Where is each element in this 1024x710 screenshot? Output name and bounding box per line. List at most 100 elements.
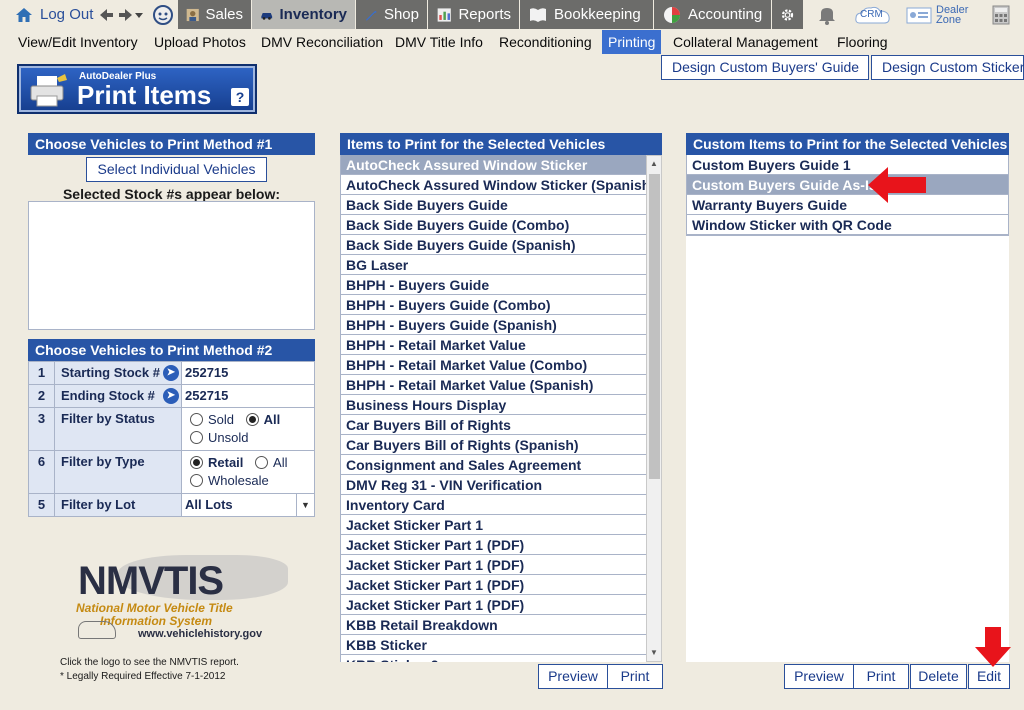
items-preview-button[interactable]: Preview [538, 664, 608, 689]
nav-accounting[interactable]: Accounting [654, 0, 772, 29]
type-wholesale-radio[interactable]: Wholesale [190, 473, 269, 488]
list-item[interactable]: Consignment and Sales Agreement [341, 455, 646, 475]
user-icon-wrap[interactable] [152, 0, 174, 29]
items-print-button[interactable]: Print [607, 664, 663, 689]
list-item[interactable]: Jacket Sticker Part 1 (PDF) [341, 555, 646, 575]
scroll-down-icon[interactable]: ▼ [647, 645, 661, 661]
dealer-zone-button[interactable]: Dealer Zone [906, 0, 968, 29]
selected-stock-label: Selected Stock #s appear below: [62, 186, 281, 202]
report-chart-icon [437, 7, 451, 22]
subnav-dmv-reconciliation[interactable]: DMV Reconciliation [261, 30, 383, 54]
custom-delete-button[interactable]: Delete [910, 664, 967, 689]
nmvtis-logo[interactable]: NMVTIS National Motor Vehicle Title Info… [58, 555, 288, 645]
nav-shop[interactable]: Shop [356, 0, 428, 29]
list-item[interactable]: BHPH - Buyers Guide [341, 275, 646, 295]
custom-items-header: Custom Items to Print for the Selected V… [686, 133, 1009, 155]
back-forward-arrows[interactable] [98, 0, 144, 29]
custom-list-item[interactable]: Warranty Buyers Guide [687, 195, 1008, 215]
lot-select[interactable]: All Lots ▼ [185, 494, 311, 516]
method2-table: 1 Starting Stock # ➤ 252715 2 Ending Stoc… [28, 361, 315, 517]
nav-sales[interactable]: Sales [178, 0, 252, 29]
list-item[interactable]: Car Buyers Bill of Rights [341, 415, 646, 435]
filter-type-row: 6 Filter by Type Retail All Wholesale [28, 450, 315, 494]
list-item[interactable]: KBB Retail Breakdown [341, 615, 646, 635]
subnav-reconditioning[interactable]: Reconditioning [499, 30, 592, 54]
type-retail-radio[interactable]: Retail [190, 455, 243, 470]
list-item[interactable]: BG Laser [341, 255, 646, 275]
list-item[interactable]: Car Buyers Bill of Rights (Spanish) [341, 435, 646, 455]
row-number: 1 [28, 361, 55, 385]
calculator-button[interactable] [992, 0, 1010, 29]
status-unsold-radio[interactable]: Unsold [190, 430, 248, 445]
sub-nav: View/Edit Inventory Upload Photos DMV Re… [0, 30, 1024, 54]
status-sold-radio[interactable]: Sold [190, 412, 234, 427]
home-icon [16, 7, 32, 22]
filter-type-label: Filter by Type [54, 450, 182, 494]
list-item[interactable]: Jacket Sticker Part 1 (PDF) [341, 535, 646, 555]
notifications-button[interactable] [818, 0, 836, 29]
list-item[interactable]: Back Side Buyers Guide (Spanish) [341, 235, 646, 255]
starting-stock-label: Starting Stock # [61, 365, 160, 380]
logout-link[interactable]: Log Out [14, 0, 93, 29]
nav-inventory[interactable]: Inventory [252, 0, 356, 29]
printer-icon [30, 74, 67, 107]
scroll-thumb[interactable] [649, 174, 660, 479]
custom-list-item[interactable]: Custom Buyers Guide 1 [687, 155, 1008, 175]
crm-button[interactable]: CRM [854, 0, 892, 29]
list-item[interactable]: Jacket Sticker Part 1 (PDF) [341, 575, 646, 595]
scroll-up-icon[interactable]: ▲ [647, 156, 661, 172]
list-item[interactable]: Jacket Sticker Part 1 [341, 515, 646, 535]
gear-icon [781, 8, 794, 21]
select-individual-vehicles-button[interactable]: Select Individual Vehicles [86, 157, 267, 182]
filter-status-row: 3 Filter by Status Sold All Unsold [28, 407, 315, 451]
lookup-arrow-icon[interactable]: ➤ [163, 365, 179, 381]
list-item[interactable]: KBB Sticker 2 [341, 655, 646, 662]
subnav-upload-photos[interactable]: Upload Photos [154, 30, 246, 54]
subnav-flooring[interactable]: Flooring [837, 30, 888, 54]
nav-settings[interactable] [772, 0, 804, 29]
items-scrollbar[interactable]: ▲ ▼ [646, 155, 662, 662]
custom-preview-button[interactable]: Preview [784, 664, 854, 689]
starting-stock-input[interactable]: 252715 [181, 361, 315, 385]
list-item[interactable]: Inventory Card [341, 495, 646, 515]
list-item[interactable]: BHPH - Buyers Guide (Spanish) [341, 315, 646, 335]
subnav-printing[interactable]: Printing [602, 30, 662, 54]
subnav-collateral-management[interactable]: Collateral Management [673, 30, 818, 54]
wrench-icon [366, 10, 377, 21]
custom-edit-button[interactable]: Edit [968, 664, 1010, 689]
bell-icon [819, 7, 835, 25]
selected-stock-box[interactable] [28, 201, 315, 330]
list-item[interactable]: BHPH - Retail Market Value [341, 335, 646, 355]
filter-status-label: Filter by Status [54, 407, 182, 451]
subnav-view-edit-inventory[interactable]: View/Edit Inventory [18, 30, 138, 54]
method1-header: Choose Vehicles to Print Method #1 [28, 133, 315, 155]
lookup-arrow-icon[interactable]: ➤ [163, 388, 179, 404]
list-item[interactable]: BHPH - Retail Market Value (Combo) [341, 355, 646, 375]
custom-list-item[interactable]: Window Sticker with QR Code [687, 215, 1008, 235]
red-arrow-down-icon [975, 627, 1011, 667]
dealer-zone-icon [906, 7, 932, 23]
design-custom-sticker-button[interactable]: Design Custom Sticker [871, 55, 1024, 80]
list-item[interactable]: Back Side Buyers Guide [341, 195, 646, 215]
ending-stock-input[interactable]: 252715 [181, 384, 315, 408]
subnav-dmv-title-info[interactable]: DMV Title Info [395, 30, 483, 54]
list-item[interactable]: Back Side Buyers Guide (Combo) [341, 215, 646, 235]
red-arrow-left-icon [868, 167, 926, 203]
person-icon [186, 8, 199, 21]
status-all-radio[interactable]: All [245, 412, 280, 427]
list-item[interactable]: Jacket Sticker Part 1 (PDF) [341, 595, 646, 615]
list-item[interactable]: DMV Reg 31 - VIN Verification [341, 475, 646, 495]
list-item[interactable]: BHPH - Buyers Guide (Combo) [341, 295, 646, 315]
design-custom-buyers-guide-button[interactable]: Design Custom Buyers' Guide [661, 55, 869, 80]
list-item[interactable]: AutoCheck Assured Window Sticker [341, 155, 646, 175]
help-icon[interactable]: ? [231, 88, 249, 106]
list-item[interactable]: KBB Sticker [341, 635, 646, 655]
nav-bookkeeping[interactable]: Bookkeeping [520, 0, 654, 29]
list-item[interactable]: BHPH - Retail Market Value (Spanish) [341, 375, 646, 395]
type-all-radio[interactable]: All [255, 455, 287, 470]
custom-list-item[interactable]: Custom Buyers Guide As-Is [687, 175, 1008, 195]
custom-print-button[interactable]: Print [853, 664, 909, 689]
nav-reports[interactable]: Reports [428, 0, 520, 29]
list-item[interactable]: AutoCheck Assured Window Sticker (Spanis… [341, 175, 646, 195]
list-item[interactable]: Business Hours Display [341, 395, 646, 415]
